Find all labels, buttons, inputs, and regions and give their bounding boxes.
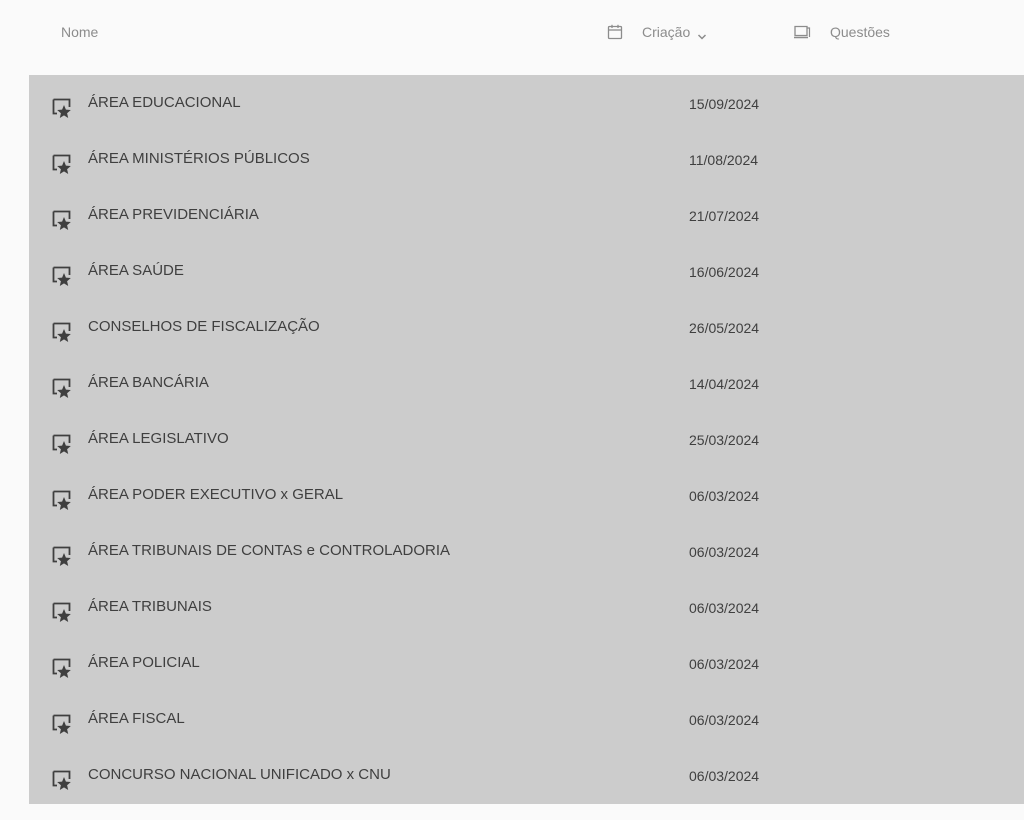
folder-row[interactable]: ÁREA FISCAL 06/03/2024 [29, 691, 1024, 747]
folder-row[interactable]: ÁREA POLICIAL 06/03/2024 [29, 635, 1024, 691]
folder-name[interactable]: ÁREA TRIBUNAIS DE CONTAS e CONTROLADORIA [88, 541, 450, 561]
bookmark-star-icon [52, 602, 74, 624]
folder-name[interactable]: ÁREA BANCÁRIA [88, 373, 209, 393]
bookmark-star-icon [52, 378, 74, 400]
folder-name[interactable]: ÁREA TRIBUNAIS [88, 597, 212, 617]
bookmark-star-icon [52, 490, 74, 512]
folder-creation-date: 15/09/2024 [689, 96, 760, 112]
folder-creation-date: 25/03/2024 [689, 432, 760, 448]
bookmark-star-icon [52, 266, 74, 288]
folder-creation-date: 14/04/2024 [689, 376, 760, 392]
folder-row[interactable]: ÁREA SAÚDE 16/06/2024 [29, 243, 1024, 299]
column-header-questions-label: Questões [830, 24, 890, 40]
folder-creation-date: 06/03/2024 [689, 656, 760, 672]
folder-row[interactable]: ÁREA PREVIDENCIÁRIA 21/07/2024 [29, 187, 1024, 243]
list-header: Nome Criação Questões [0, 0, 1024, 64]
folder-row[interactable]: ÁREA LEGISLATIVO 25/03/2024 [29, 411, 1024, 467]
column-header-creation[interactable]: Criação [606, 22, 708, 42]
folder-row[interactable]: CONCURSO NACIONAL UNIFICADO x CNU 06/03/2… [29, 747, 1024, 803]
folder-creation-date: 26/05/2024 [689, 320, 760, 336]
folder-creation-date: 06/03/2024 [689, 488, 760, 504]
folder-name[interactable]: CONCURSO NACIONAL UNIFICADO x CNU [88, 765, 391, 785]
bookmark-star-icon [52, 434, 74, 456]
folder-name[interactable]: CONSELHOS DE FISCALIZAÇÃO [88, 317, 320, 337]
bookmark-star-icon [52, 98, 74, 120]
folder-creation-date: 06/03/2024 [689, 768, 760, 784]
folder-row[interactable]: ÁREA PODER EXECUTIVO x GERAL 06/03/2024 [29, 467, 1024, 523]
bookmark-star-icon [52, 322, 74, 344]
folder-creation-date: 06/03/2024 [689, 600, 760, 616]
folder-row[interactable]: ÁREA TRIBUNAIS 06/03/2024 [29, 579, 1024, 635]
bookmark-star-icon [52, 154, 74, 176]
column-header-questions[interactable]: Questões [793, 22, 890, 42]
folder-creation-date: 21/07/2024 [689, 208, 760, 224]
folder-creation-date: 06/03/2024 [689, 544, 760, 560]
folder-name[interactable]: ÁREA LEGISLATIVO [88, 429, 229, 449]
bookmark-star-icon [52, 770, 74, 792]
folder-name[interactable]: ÁREA MINISTÉRIOS PÚBLICOS [88, 149, 310, 169]
calendar-icon [606, 23, 624, 41]
folder-row[interactable]: ÁREA TRIBUNAIS DE CONTAS e CONTROLADORIA… [29, 523, 1024, 579]
bookmark-star-icon [52, 210, 74, 232]
folder-row[interactable]: ÁREA EDUCACIONAL 15/09/2024 [29, 75, 1024, 131]
folder-name[interactable]: ÁREA EDUCACIONAL [88, 93, 241, 113]
folder-name[interactable]: ÁREA SAÚDE [88, 261, 184, 281]
column-header-creation-label: Criação [642, 24, 691, 40]
folder-row[interactable]: ÁREA BANCÁRIA 14/04/2024 [29, 355, 1024, 411]
folder-name[interactable]: ÁREA POLICIAL [88, 653, 200, 673]
questions-icon [793, 23, 811, 41]
folder-creation-date: 16/06/2024 [689, 264, 760, 280]
folder-list-page: Nome Criação Questões ÁREA EDUCACIONAL 1… [0, 0, 1024, 820]
folder-row[interactable]: CONSELHOS DE FISCALIZAÇÃO 26/05/2024 [29, 299, 1024, 355]
column-header-name[interactable]: Nome [61, 22, 98, 42]
folder-row[interactable]: ÁREA MINISTÉRIOS PÚBLICOS 11/08/2024 [29, 131, 1024, 187]
folder-name[interactable]: ÁREA PREVIDENCIÁRIA [88, 205, 259, 225]
bookmark-star-icon [52, 714, 74, 736]
column-header-name-label: Nome [61, 24, 99, 40]
folder-creation-date: 11/08/2024 [689, 152, 759, 168]
folder-creation-date: 06/03/2024 [689, 712, 760, 728]
bookmark-star-icon [52, 546, 74, 568]
chevron-down-icon[interactable] [696, 28, 708, 40]
folder-list: ÁREA EDUCACIONAL 15/09/2024 ÁREA MINISTÉRI… [29, 75, 1024, 804]
bookmark-star-icon [52, 658, 74, 680]
folder-name[interactable]: ÁREA FISCAL [88, 709, 185, 729]
folder-name[interactable]: ÁREA PODER EXECUTIVO x GERAL [88, 485, 343, 505]
